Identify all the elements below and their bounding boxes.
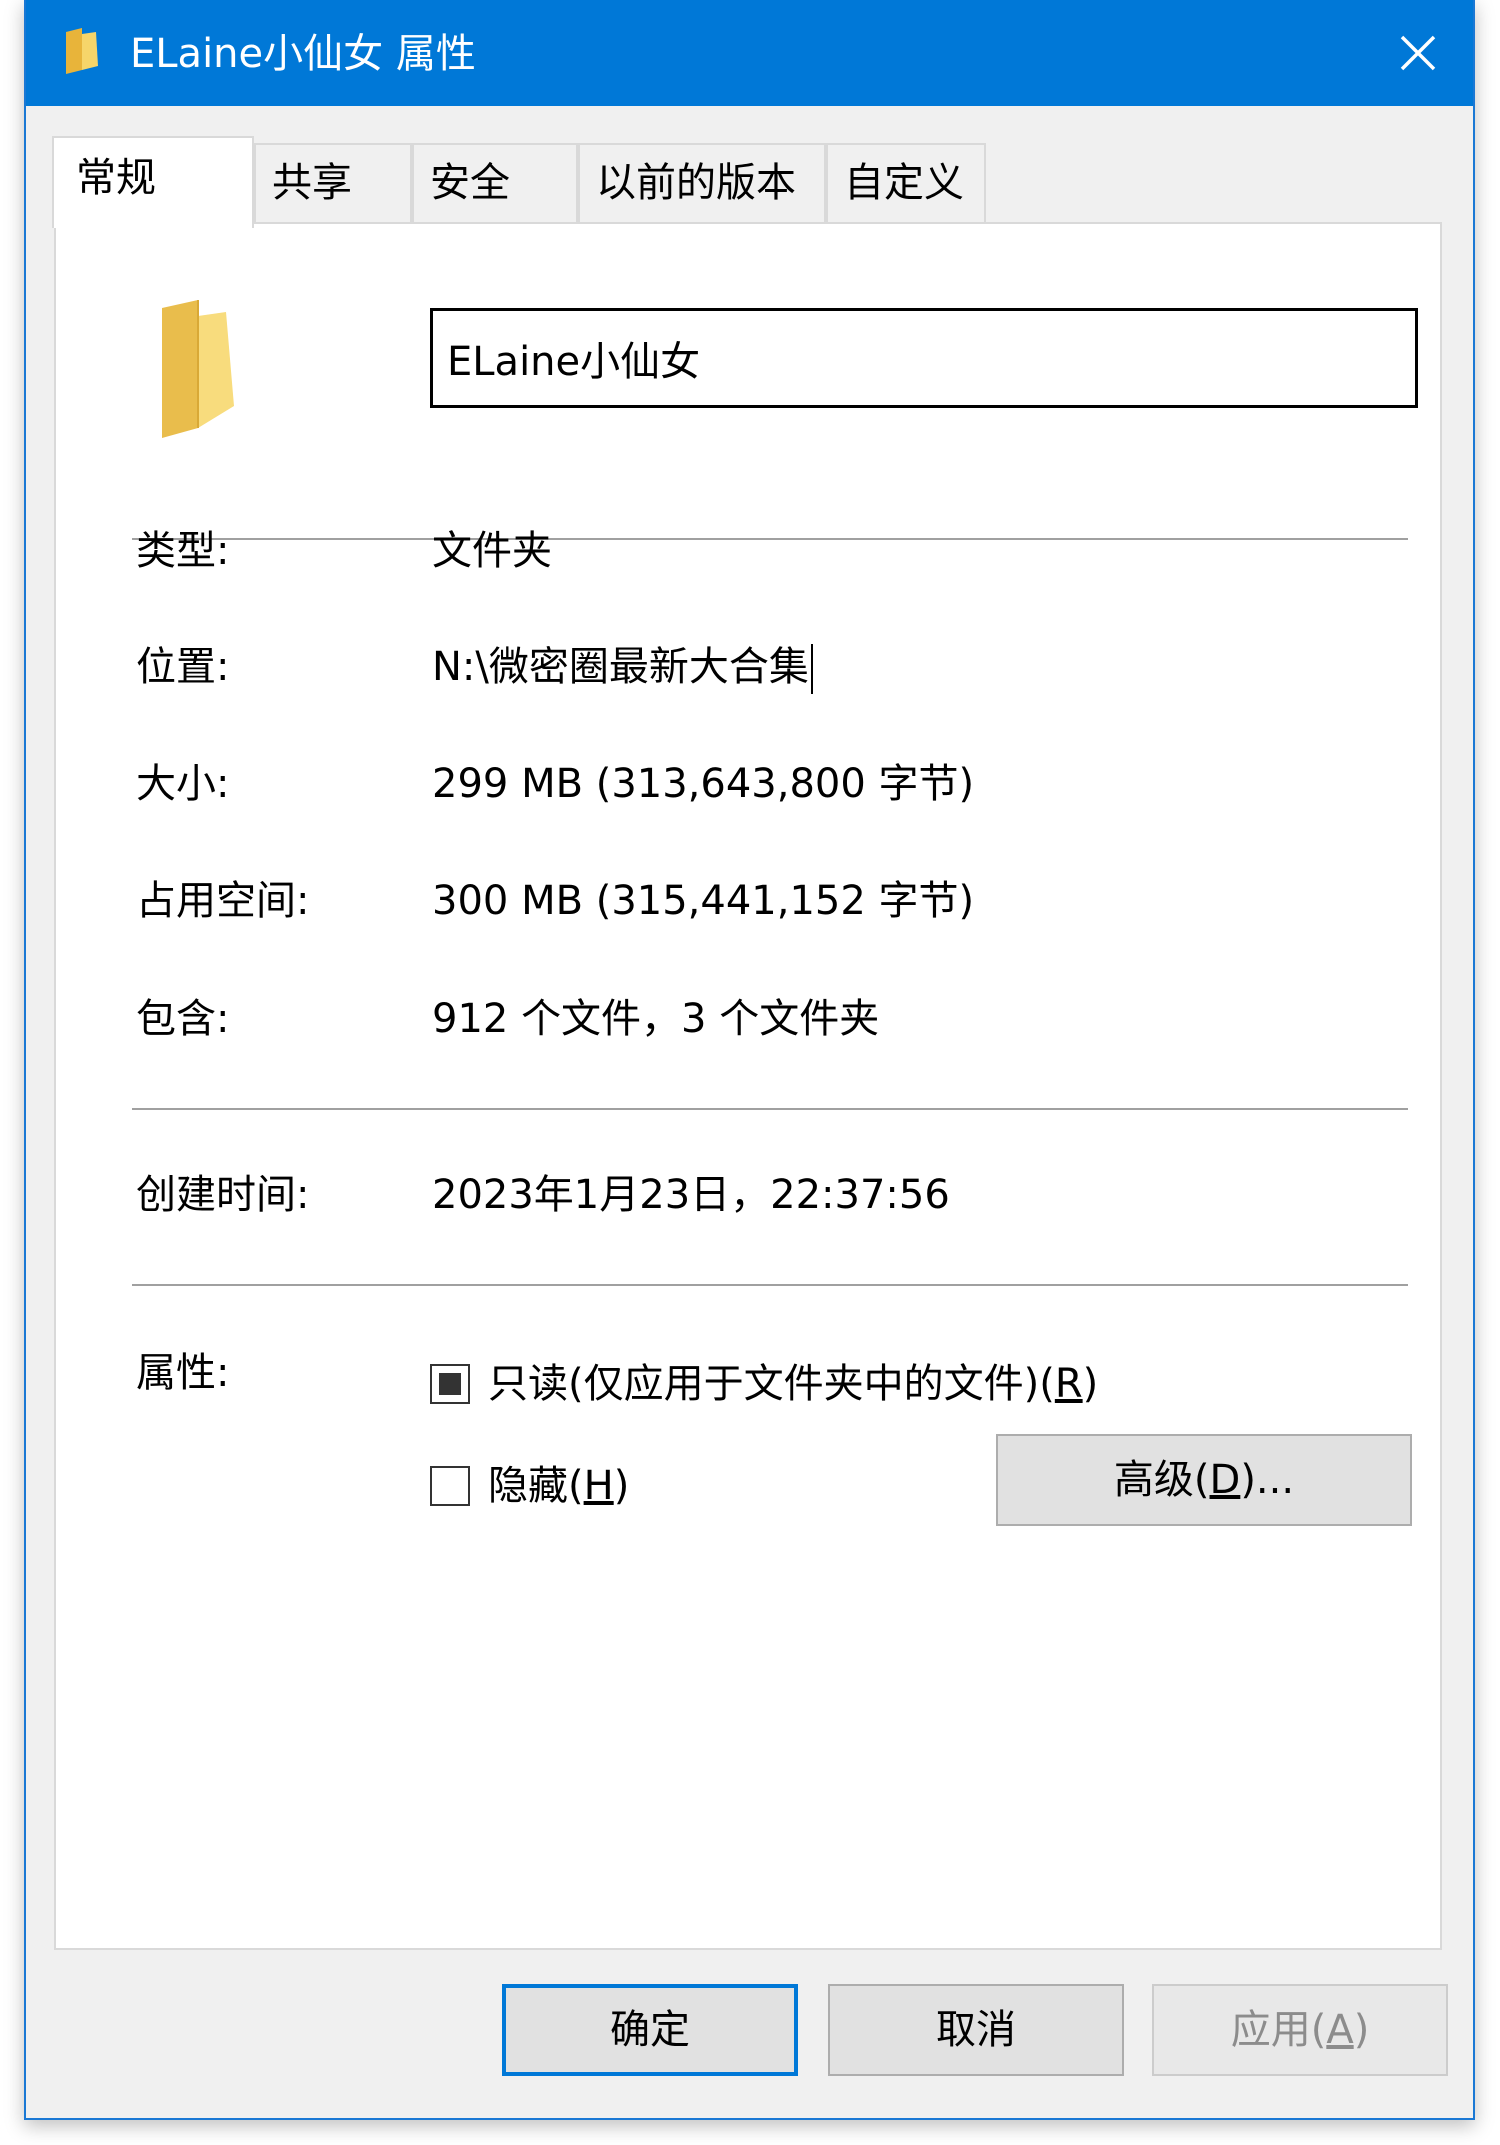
readonly-checkbox[interactable] (430, 1364, 470, 1404)
advanced-mnemonic: D (1209, 1457, 1241, 1503)
folder-name-input[interactable] (430, 308, 1418, 408)
tab-previous-versions[interactable]: 以前的版本 (578, 143, 826, 223)
hidden-text-end: ) (613, 1463, 630, 1509)
folder-icon (66, 28, 98, 74)
text-caret (810, 644, 813, 694)
tab-general[interactable]: 常规 (52, 136, 254, 228)
tab-sharing[interactable]: 共享 (254, 143, 412, 223)
apply-text-end: ) (1353, 2007, 1370, 2053)
advanced-button[interactable]: 高级(D)... (996, 1434, 1412, 1526)
tab-panel-general: 类型: 文件夹 位置: N:\微密圈最新大合集 大小: 299 MB (313,… (54, 222, 1442, 1950)
ok-button[interactable]: 确定 (502, 1984, 798, 2076)
type-label: 类型: (136, 528, 230, 574)
size-value: 299 MB (313,643,800 字节) (432, 761, 975, 807)
type-value: 文件夹 (432, 528, 552, 574)
title-bar[interactable]: ELaine小仙女 属性 (26, 0, 1473, 106)
size-label: 大小: (136, 761, 230, 807)
tab-customize[interactable]: 自定义 (826, 143, 986, 223)
cancel-button[interactable]: 取消 (828, 1984, 1124, 2076)
properties-dialog: ELaine小仙女 属性 常规 共享 安全 以前的版本 自定义 类型: 文件夹 … (24, 0, 1475, 2120)
created-label: 创建时间: (136, 1172, 310, 1218)
hidden-text: 隐藏( (488, 1463, 584, 1509)
close-button[interactable] (1363, 0, 1473, 106)
advanced-text-end: )... (1240, 1457, 1295, 1503)
location-label: 位置: (136, 644, 230, 690)
size-on-disk-label: 占用空间: (136, 878, 310, 924)
separator (132, 1284, 1408, 1286)
folder-icon (162, 300, 234, 438)
window-title: ELaine小仙女 属性 (130, 31, 476, 77)
location-text: N:\微密圈最新大合集 (432, 644, 809, 690)
contains-label: 包含: (136, 996, 230, 1042)
apply-mnemonic: A (1326, 2007, 1354, 2053)
readonly-label[interactable]: 只读(仅应用于文件夹中的文件)(R) (488, 1359, 1098, 1409)
hidden-mnemonic: H (583, 1463, 614, 1509)
close-icon (1400, 35, 1436, 71)
contains-value: 912 个文件，3 个文件夹 (432, 996, 880, 1042)
created-value: 2023年1月23日，22:37:56 (432, 1172, 950, 1218)
readonly-text-end: ) (1082, 1361, 1099, 1407)
hidden-checkbox[interactable] (430, 1466, 470, 1506)
readonly-mnemonic: R (1054, 1361, 1083, 1407)
apply-text: 应用( (1230, 2007, 1327, 2053)
separator (132, 538, 1408, 540)
apply-button[interactable]: 应用(A) (1152, 1984, 1448, 2076)
advanced-text: 高级( (1113, 1457, 1210, 1503)
attributes-label: 属性: (136, 1350, 230, 1396)
readonly-text: 只读(仅应用于文件夹中的文件)( (488, 1361, 1055, 1407)
tab-security[interactable]: 安全 (412, 143, 578, 223)
separator (132, 1108, 1408, 1110)
size-on-disk-value: 300 MB (315,441,152 字节) (432, 878, 975, 924)
hidden-label[interactable]: 隐藏(H) (488, 1461, 629, 1511)
location-value[interactable]: N:\微密圈最新大合集 (432, 642, 813, 694)
